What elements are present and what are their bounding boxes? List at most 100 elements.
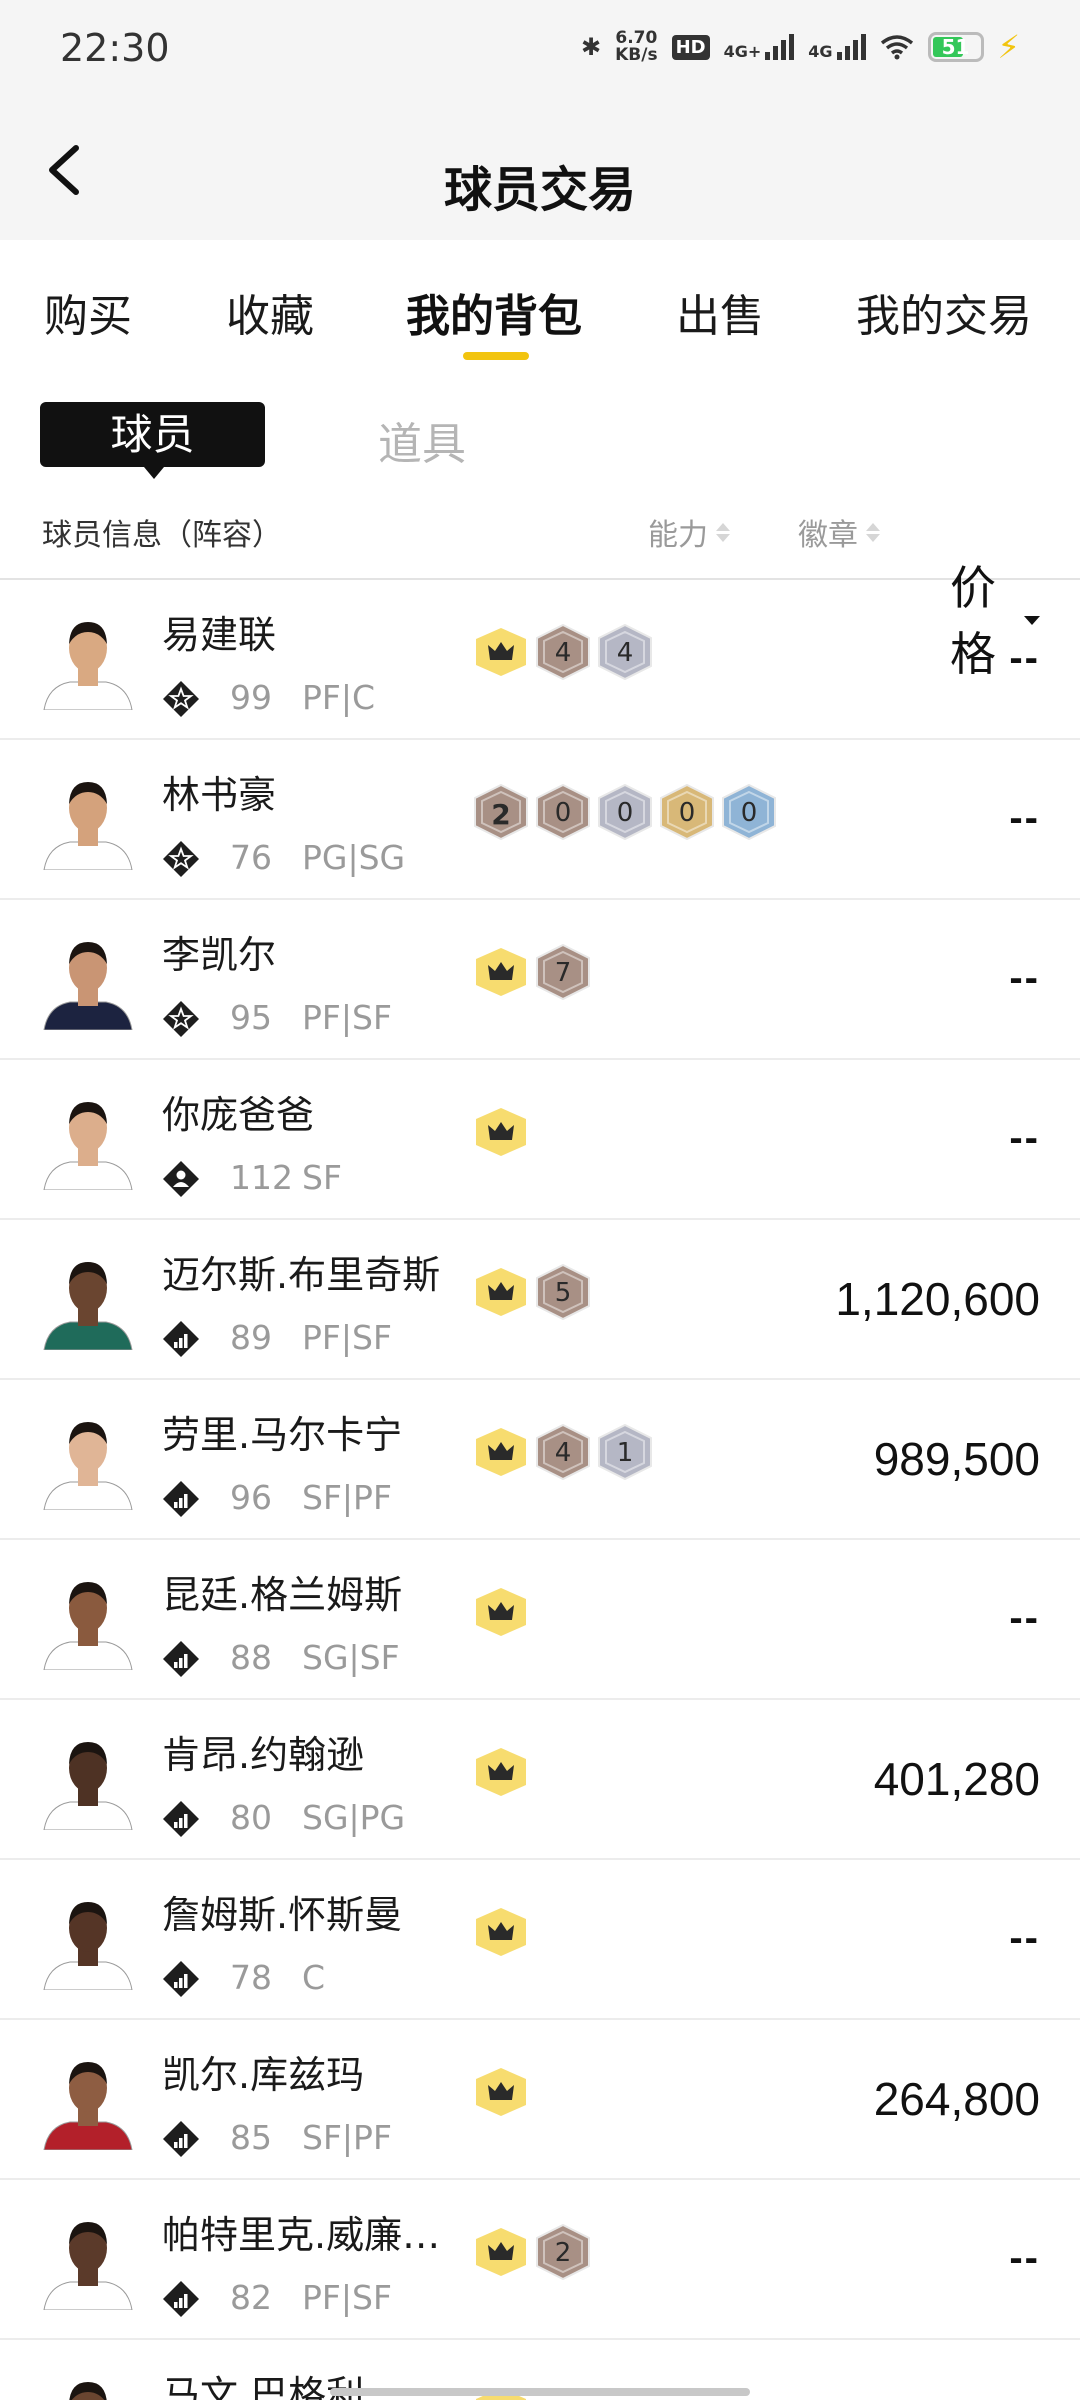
level-badge-icon: 4 <box>598 624 652 680</box>
tab-favorites[interactable]: 收藏 <box>226 280 314 344</box>
avatar <box>40 1570 136 1670</box>
player-name: 迈尔斯.布里奇斯 <box>162 1253 441 1297</box>
person-tier-icon <box>163 1161 199 1197</box>
badge-level: 1 <box>616 1438 634 1468</box>
avatar <box>40 1090 136 1190</box>
home-indicator[interactable] <box>330 2388 750 2396</box>
player-row[interactable]: 易建联 99 PF|C 4 4 -- <box>0 580 1080 740</box>
status-icons: ✱ 6.70 KB/s HD 4G+ 4G 51 ⚡ <box>581 28 1020 66</box>
badge-level: 5 <box>554 1278 572 1308</box>
avatar <box>40 770 136 870</box>
level-badge-icon: 4 <box>536 624 590 680</box>
tab-my-trades[interactable]: 我的交易 <box>856 280 1032 344</box>
header: 球员交易 <box>0 100 1080 240</box>
player-row[interactable]: 帕特里克.威廉… 82 PF|SF 2 -- <box>0 2180 1080 2340</box>
badge-group: 2 <box>474 2224 590 2280</box>
bars-tier-icon <box>163 1321 199 1357</box>
avatar <box>40 930 136 1030</box>
column-player-info: 球员信息（阵容） <box>42 518 282 553</box>
crown-badge-icon <box>474 1424 528 1480</box>
tier-icon <box>162 2120 200 2158</box>
hd-icon: HD <box>671 34 710 60</box>
player-name: 凯尔.库兹玛 <box>162 2053 365 2097</box>
tier-icon <box>162 840 200 878</box>
avatar <box>40 2050 136 2150</box>
level-badge-icon: 2 <box>474 784 528 840</box>
crown-badge-icon <box>474 2064 528 2120</box>
badge-level: 0 <box>616 798 634 828</box>
sim1-label: 4G+ <box>723 42 762 61</box>
sort-badge-label: 徽章 <box>798 518 858 553</box>
player-position: SF|PF <box>302 1478 392 1517</box>
badge-level: 0 <box>740 798 758 828</box>
sort-icon <box>716 522 730 542</box>
net-speed: 6.70 KB/s <box>615 30 657 64</box>
player-rating: 95 <box>230 998 272 1037</box>
active-tab-indicator <box>463 352 529 360</box>
badge-level: 2 <box>491 798 511 831</box>
player-rating: 96 <box>230 1478 272 1517</box>
player-price: -- <box>1009 1596 1040 1640</box>
badge-level: 4 <box>554 638 572 668</box>
tab-sell[interactable]: 出售 <box>676 280 764 344</box>
crown-badge-icon <box>474 1904 528 1960</box>
player-row[interactable]: 凯尔.库兹玛 85 SF|PF 264,800 <box>0 2020 1080 2180</box>
sim2-signal: 4G <box>808 34 866 60</box>
player-row[interactable]: 迈尔斯.布里奇斯 89 PF|SF 5 1,120,600 <box>0 1220 1080 1380</box>
level-badge-icon: 1 <box>598 1424 652 1480</box>
signal-icon <box>765 34 795 60</box>
player-price: -- <box>1009 1116 1040 1160</box>
player-rating: 78 <box>230 1958 272 1997</box>
player-position: PF|SF <box>302 2278 392 2317</box>
crown-badge-icon <box>474 2224 528 2280</box>
level-badge-icon: 0 <box>722 784 776 840</box>
badge-group <box>474 1744 528 1800</box>
avatar <box>40 1890 136 1990</box>
sort-by-badge[interactable]: 徽章 <box>798 510 880 554</box>
badge-level: 2 <box>554 2238 572 2268</box>
crown-badge-icon <box>474 1744 528 1800</box>
sub-tab-players[interactable]: 球员 <box>40 402 265 479</box>
badge-group <box>474 1104 528 1160</box>
sub-tab-items[interactable]: 道具 <box>378 408 466 472</box>
tier-icon <box>162 2280 200 2318</box>
player-avatar <box>69 2382 107 2400</box>
player-rating: 112 <box>230 1158 293 1197</box>
bars-tier-icon <box>163 1961 199 1997</box>
player-row[interactable]: 林书豪 76 PG|SG 2 0 0 0 0 -- <box>0 740 1080 900</box>
sort-by-ability[interactable]: 能力 <box>648 510 730 554</box>
tab-my-backpack[interactable]: 我的背包 <box>406 280 582 344</box>
player-row[interactable]: 劳里.马尔卡宁 96 SF|PF 4 1 989,500 <box>0 1380 1080 1540</box>
signal-icon <box>836 34 866 60</box>
player-price: 989,500 <box>873 1433 1040 1485</box>
player-name: 肯昂.约翰逊 <box>162 1733 365 1777</box>
player-price: 401,280 <box>873 1753 1040 1805</box>
player-position: PG|SG <box>302 838 406 877</box>
player-avatar <box>43 1582 133 1670</box>
column-header: 球员信息（阵容） 能力 徽章 价格 <box>0 500 1080 680</box>
tab-buy[interactable]: 购买 <box>44 280 132 344</box>
level-badge-icon: 4 <box>536 1424 590 1480</box>
player-name: 你庞爸爸 <box>162 1093 315 1137</box>
player-row[interactable]: 你庞爸爸 112 SF -- <box>0 1060 1080 1220</box>
player-row[interactable]: 肯昂.约翰逊 80 SG|PG 401,280 <box>0 1700 1080 1860</box>
player-rating: 82 <box>230 2278 272 2317</box>
player-row[interactable]: 李凯尔 95 PF|SF 7 -- <box>0 900 1080 1060</box>
crown-badge-icon <box>474 944 528 1000</box>
page-title: 球员交易 <box>443 162 636 218</box>
star-tier-icon <box>163 681 199 717</box>
status-bar: 22:30 ✱ 6.70 KB/s HD 4G+ 4G 51 ⚡ <box>0 0 1080 100</box>
sort-icon <box>866 522 880 542</box>
tier-icon <box>162 1000 200 1038</box>
player-row[interactable]: 昆廷.格兰姆斯 88 SG|SF -- <box>0 1540 1080 1700</box>
player-row[interactable]: 詹姆斯.怀斯曼 78 C -- <box>0 1860 1080 2020</box>
badge-group: 2 0 0 0 0 <box>474 784 776 840</box>
avatar <box>40 610 136 710</box>
battery-level: 51 <box>941 35 970 59</box>
player-position: PF|SF <box>302 1318 392 1357</box>
player-avatar <box>43 1262 133 1350</box>
player-rating: 89 <box>230 1318 272 1357</box>
badge-level: 0 <box>678 798 696 828</box>
player-position: C <box>302 1958 326 1997</box>
level-badge-icon: 2 <box>536 2224 590 2280</box>
